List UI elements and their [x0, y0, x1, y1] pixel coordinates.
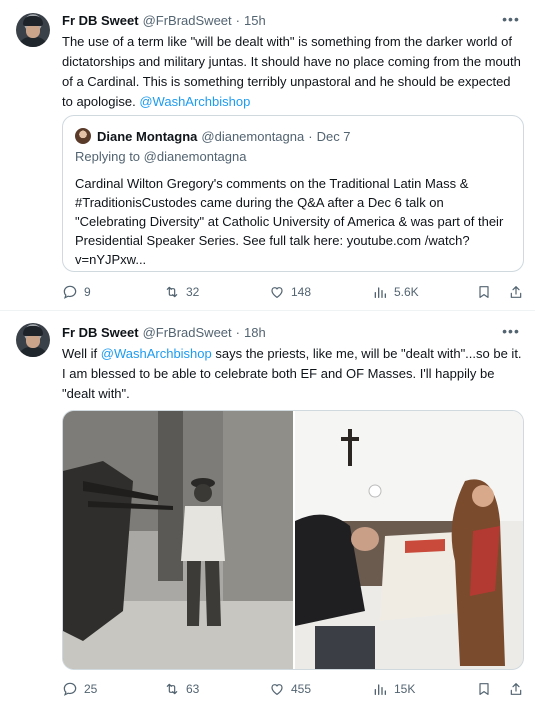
tweet-text-content: The use of a term like "will be dealt wi… — [62, 34, 521, 109]
like-count: 455 — [291, 682, 312, 696]
share-icon — [510, 683, 522, 695]
author-handle[interactable]: @FrBradSweet — [143, 325, 232, 340]
reply-button[interactable]: 9 — [62, 282, 91, 302]
photo-illustration — [63, 411, 293, 669]
quoted-tweet[interactable]: Diane Montagna @dianemontagna · Dec 7 Re… — [62, 115, 524, 272]
author-handle[interactable]: @FrBradSweet — [143, 13, 232, 28]
more-icon[interactable]: ••• — [501, 12, 521, 32]
bookmark-button[interactable] — [476, 679, 498, 699]
reply-icon — [63, 285, 77, 299]
repost-button[interactable]: 63 — [164, 679, 199, 699]
like-icon — [271, 684, 283, 695]
reply-count: 25 — [84, 682, 98, 696]
reply-icon — [63, 682, 77, 696]
tweet-text: Well if @WashArchbishop says the priests… — [62, 344, 522, 404]
tweet-time[interactable]: 15h — [244, 13, 266, 28]
views-count: 5.6K — [394, 285, 419, 299]
views-icon — [374, 287, 386, 298]
quote-avatar — [75, 128, 91, 144]
repost-icon — [166, 683, 178, 695]
reply-button[interactable]: 25 — [62, 679, 97, 699]
tweet-media[interactable] — [62, 410, 524, 670]
repost-count: 32 — [186, 285, 200, 299]
tweet-text: The use of a term like "will be dealt wi… — [62, 32, 522, 112]
author-name[interactable]: Fr DB Sweet — [62, 13, 139, 28]
like-button[interactable]: 148 — [269, 282, 311, 302]
replying-to: Replying to @dianemontagna — [75, 149, 247, 164]
share-button[interactable] — [508, 282, 530, 302]
views-icon — [374, 684, 386, 695]
like-button[interactable]: 455 — [269, 679, 311, 699]
like-icon — [271, 287, 283, 298]
tweet-header: Fr DB Sweet @FrBradSweet · 18h — [62, 322, 266, 342]
bookmark-icon — [479, 286, 489, 298]
separator-dot: · — [235, 324, 240, 340]
tweet-2[interactable]: Fr DB Sweet @FrBradSweet · 18h ••• Well … — [0, 312, 535, 713]
tweet-header: Fr DB Sweet @FrBradSweet · 15h — [62, 10, 266, 30]
media-photo-altar[interactable] — [295, 411, 523, 669]
share-button[interactable] — [508, 679, 530, 699]
photo-illustration — [295, 411, 523, 669]
bookmark-button[interactable] — [476, 282, 498, 302]
views-button[interactable]: 5.6K — [372, 282, 419, 302]
repost-count: 63 — [186, 682, 200, 696]
separator-dot: · — [308, 128, 313, 144]
share-icon — [510, 286, 522, 298]
reply-count: 9 — [84, 285, 91, 299]
quote-header: Diane Montagna @dianemontagna · Dec 7 — [75, 126, 351, 146]
views-count: 15K — [394, 682, 416, 696]
media-photo-execution[interactable] — [63, 411, 293, 669]
action-bar: 9 32 148 5.6K — [62, 282, 532, 302]
quote-text: Cardinal Wilton Gregory's comments on th… — [75, 176, 504, 267]
author-avatar[interactable] — [16, 323, 50, 357]
views-button[interactable]: 15K — [372, 679, 415, 699]
tweet-time[interactable]: 18h — [244, 325, 266, 340]
mention-link[interactable]: @WashArchbishop — [139, 94, 250, 109]
repost-icon — [166, 286, 178, 298]
quote-date: Dec 7 — [316, 128, 351, 144]
quote-author-name: Diane Montagna — [97, 128, 198, 144]
author-avatar[interactable] — [16, 13, 50, 47]
action-bar: 25 63 455 15K — [62, 679, 532, 699]
tweet-1[interactable]: Fr DB Sweet @FrBradSweet · 15h ••• The u… — [0, 0, 535, 311]
more-icon[interactable]: ••• — [501, 324, 521, 344]
like-count: 148 — [291, 285, 312, 299]
author-name[interactable]: Fr DB Sweet — [62, 325, 139, 340]
repost-button[interactable]: 32 — [164, 282, 199, 302]
quote-author-handle: @dianemontagna — [201, 128, 305, 144]
mention-link[interactable]: @WashArchbishop — [101, 346, 212, 361]
separator-dot: · — [235, 12, 240, 28]
tweet-text-lead: Well if — [62, 346, 101, 361]
bookmark-icon — [479, 683, 489, 695]
